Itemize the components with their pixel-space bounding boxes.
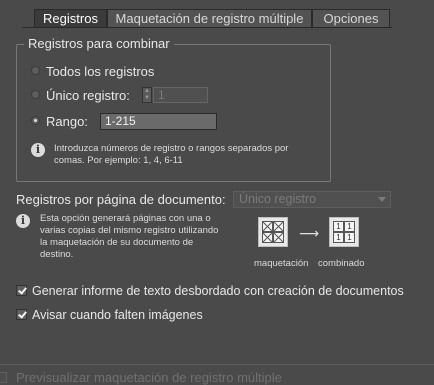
- range-input[interactable]: 1-215: [100, 113, 217, 130]
- single-record-input[interactable]: 1: [153, 87, 208, 103]
- radio-range[interactable]: [31, 116, 40, 125]
- records-group-title: Registros para combinar: [24, 36, 174, 51]
- combined-cell: 1: [344, 232, 355, 243]
- info-icon: i: [31, 143, 45, 157]
- arrow-right-icon: ⟶: [299, 225, 320, 241]
- range-help-line1: Introduzca números de registro o rangos …: [54, 143, 289, 154]
- range-label: Rango:: [46, 114, 88, 129]
- records-per-page-value: Único registro: [239, 192, 317, 206]
- combined-cell: 1: [344, 221, 355, 232]
- records-per-page-select[interactable]: Único registro: [233, 191, 391, 208]
- layout-grid-icon: [258, 217, 288, 247]
- stepper-up-icon[interactable]: ▲: [143, 88, 151, 95]
- combined-caption: combinado: [318, 258, 365, 269]
- single-record-stepper[interactable]: ▲ ▼: [142, 87, 152, 103]
- combined-cell: 1: [333, 221, 344, 232]
- combined-grid-icon: 1 1 1 1: [329, 217, 359, 247]
- tab-divider: [22, 27, 392, 28]
- tab-registros[interactable]: Registros: [34, 9, 107, 28]
- overset-report-checkbox[interactable]: [16, 285, 27, 296]
- single-record-label: Único registro:: [46, 88, 130, 103]
- layout-caption: maquetación: [254, 258, 309, 269]
- per-page-help-line3: la maquetación de su documento de: [40, 237, 194, 248]
- per-page-help-line4: destino.: [40, 249, 74, 260]
- footer-divider: [0, 364, 434, 365]
- stepper-down-icon[interactable]: ▼: [143, 95, 151, 102]
- all-records-label: Todos los registros: [46, 64, 155, 79]
- missing-images-label: Avisar cuando falten imágenes: [32, 308, 203, 322]
- tab-opciones[interactable]: Opciones: [312, 9, 390, 28]
- range-help-line2: comas. Por ejemplo: 1, 4, 6-11: [54, 155, 183, 166]
- chevron-down-icon: [378, 197, 386, 202]
- combined-cell: 1: [333, 232, 344, 243]
- per-page-help-line1: Esta opción generará páginas con una o: [40, 213, 211, 224]
- records-per-page-label: Registros por página de documento:: [16, 192, 226, 207]
- preview-multiple-layout-label: Previsualizar maquetación de registro mú…: [16, 370, 282, 385]
- radio-single-record[interactable]: [31, 90, 40, 99]
- preview-multiple-layout-checkbox[interactable]: [0, 372, 7, 383]
- missing-images-checkbox[interactable]: [16, 309, 27, 320]
- info-icon: i: [16, 214, 30, 228]
- per-page-help-line2: varias copias del mismo registro utiliza…: [40, 225, 219, 236]
- tab-maquetacion-registro-multiple[interactable]: Maquetación de registro múltiple: [107, 9, 312, 28]
- overset-report-label: Generar informe de texto desbordado con …: [32, 284, 404, 298]
- radio-all-records[interactable]: [31, 66, 40, 75]
